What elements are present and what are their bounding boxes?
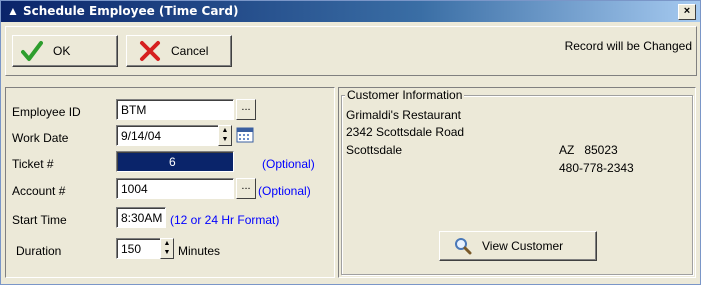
window-title: Schedule Employee (Time Card) bbox=[23, 4, 239, 18]
employee-id-value: BTM bbox=[121, 103, 147, 117]
spin-up-icon[interactable]: ▲ bbox=[219, 126, 231, 135]
customer-name: Grimaldi's Restaurant bbox=[346, 108, 461, 122]
customer-state-zip: AZ 85023 bbox=[559, 143, 618, 157]
employee-id-label: Employee ID bbox=[12, 105, 81, 119]
account-label: Account # bbox=[12, 184, 66, 198]
account-lookup-button[interactable]: ... bbox=[236, 178, 256, 199]
app-icon: ▲ bbox=[7, 4, 19, 18]
title-bar: ▲ Schedule Employee (Time Card) × bbox=[1, 1, 700, 22]
start-time-value: 8:30AM bbox=[121, 211, 163, 225]
red-x-icon bbox=[140, 41, 160, 61]
duration-input[interactable]: 150 bbox=[116, 238, 162, 259]
ok-button[interactable]: OK bbox=[12, 35, 118, 67]
customer-info-title: Customer Information bbox=[345, 88, 465, 102]
start-time-input[interactable]: 8:30AM bbox=[116, 207, 166, 228]
ticket-optional-hint: (Optional) bbox=[262, 157, 315, 171]
duration-value: 150 bbox=[121, 242, 142, 256]
employee-form-panel: Employee ID BTM ... Work Date 9/14/04 ▲ … bbox=[5, 87, 335, 278]
employee-lookup-button[interactable]: ... bbox=[236, 99, 256, 120]
customer-info-panel: Customer Information Grimaldi's Restaura… bbox=[338, 87, 696, 278]
cancel-label: Cancel bbox=[171, 44, 209, 58]
employee-id-input[interactable]: BTM bbox=[116, 99, 234, 120]
account-optional-hint: (Optional) bbox=[258, 184, 311, 198]
view-customer-button[interactable]: View Customer bbox=[439, 231, 597, 261]
duration-unit-label: Minutes bbox=[178, 244, 221, 258]
ok-label: OK bbox=[53, 44, 71, 58]
work-date-input[interactable]: 9/14/04 bbox=[116, 125, 220, 146]
work-date-label: Work Date bbox=[12, 131, 69, 145]
account-value: 1004 bbox=[121, 182, 148, 196]
toolbar-panel: OK Cancel Record will be Changed bbox=[5, 26, 697, 76]
start-time-format-hint: (12 or 24 Hr Format) bbox=[170, 213, 280, 227]
account-input[interactable]: 1004 bbox=[116, 178, 234, 199]
duration-label: Duration bbox=[16, 244, 62, 258]
calendar-icon[interactable] bbox=[236, 127, 254, 143]
ticket-input[interactable]: 6 bbox=[116, 151, 234, 172]
duration-spinner[interactable]: ▲ ▼ bbox=[160, 238, 174, 259]
customer-address: 2342 Scottsdale Road bbox=[346, 125, 465, 139]
cancel-button[interactable]: Cancel bbox=[126, 35, 232, 67]
view-customer-label: View Customer bbox=[482, 239, 564, 253]
spin-down-icon[interactable]: ▼ bbox=[161, 248, 173, 257]
schedule-employee-dialog: ▲ Schedule Employee (Time Card) × OK Can… bbox=[0, 0, 701, 285]
magnifier-icon bbox=[455, 238, 472, 255]
start-time-label: Start Time bbox=[12, 213, 67, 227]
work-date-value: 9/14/04 bbox=[121, 129, 162, 143]
spin-up-icon[interactable]: ▲ bbox=[161, 239, 173, 248]
ticket-label: Ticket # bbox=[12, 157, 54, 171]
ticket-value: 6 bbox=[169, 155, 176, 169]
record-status-text: Record will be Changed bbox=[564, 39, 692, 53]
spin-down-icon[interactable]: ▼ bbox=[219, 135, 231, 144]
work-date-spinner[interactable]: ▲ ▼ bbox=[218, 125, 232, 146]
checkmark-icon bbox=[21, 41, 43, 61]
close-button[interactable]: × bbox=[678, 4, 696, 20]
customer-city: Scottsdale bbox=[346, 143, 403, 157]
customer-phone: 480-778-2343 bbox=[559, 161, 634, 175]
